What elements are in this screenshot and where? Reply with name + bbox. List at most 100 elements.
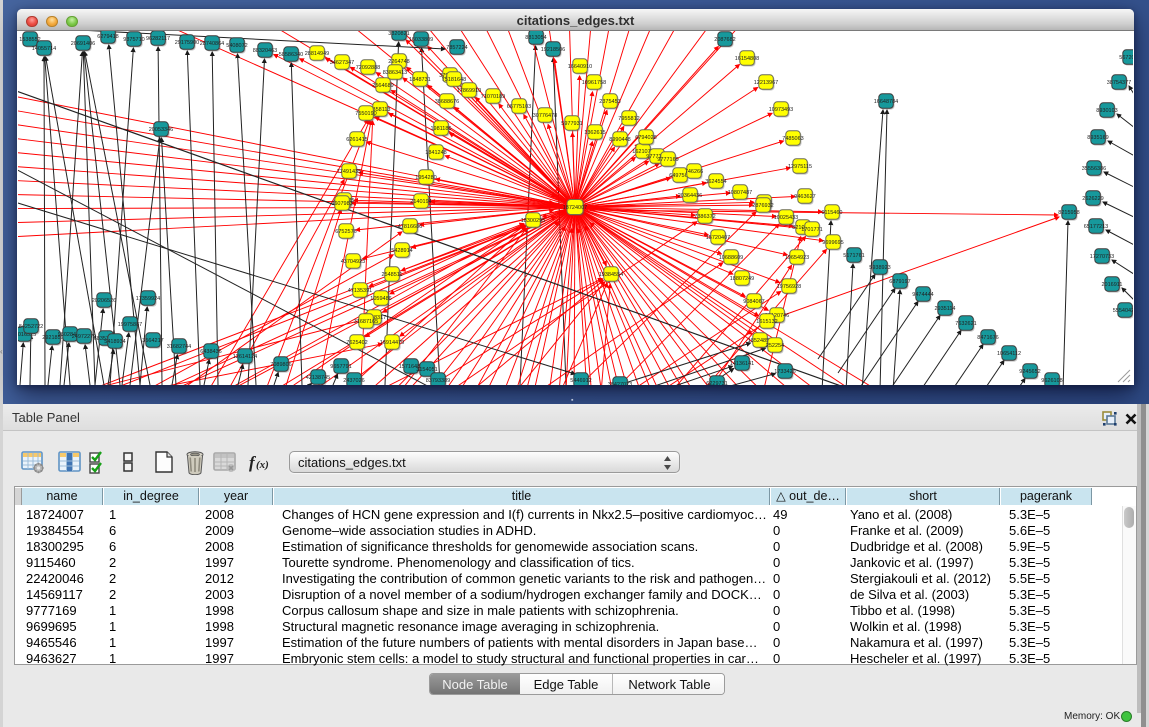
svg-text:7386372: 7386372 [694,214,715,220]
svg-text:3320821: 3320821 [388,31,409,37]
svg-text:29175900: 29175900 [175,40,199,46]
svg-text:5977931: 5977931 [561,121,582,127]
svg-text:6752576: 6752576 [335,229,356,235]
svg-text:8990448: 8990448 [609,137,630,143]
svg-text:17869910: 17869910 [457,88,481,94]
svg-text:9115460: 9115460 [821,210,842,216]
svg-text:2087682: 2087682 [714,37,735,43]
svg-text:7955812: 7955812 [618,116,639,122]
svg-text:1059486: 1059486 [370,296,391,302]
svg-text:5938923: 5938923 [869,265,890,271]
svg-text:71070189: 71070189 [481,94,505,100]
svg-text:19218506: 19218506 [541,47,565,53]
svg-text:20206526: 20206526 [92,298,116,304]
svg-text:9474444: 9474444 [912,292,933,298]
svg-text:6261415: 6261415 [346,137,367,143]
svg-text:28814949: 28814949 [305,51,329,57]
svg-text:9245652: 9245652 [1019,369,1040,375]
svg-text:2935114: 2935114 [934,306,955,312]
svg-text:38688676: 38688676 [435,99,459,105]
svg-text:252254: 252254 [766,343,784,349]
svg-text:34627347: 34627347 [330,60,354,66]
svg-text:1848731: 1848731 [409,77,430,83]
svg-text:42138745: 42138745 [306,375,330,381]
svg-text:14055714: 14055714 [32,46,56,52]
svg-text:5171761: 5171761 [843,253,864,259]
svg-text:2264748: 2264748 [388,59,409,65]
svg-text:19654923: 19654923 [785,255,809,261]
svg-text:19975887: 19975887 [118,322,142,328]
svg-text:24972279: 24972279 [72,334,96,340]
svg-text:2876932: 2876932 [752,203,773,209]
svg-text:10961758: 10961758 [582,80,606,86]
svg-text:8813054: 8813054 [525,35,546,41]
svg-text:18724007: 18724007 [563,205,587,211]
svg-text:12213967: 12213967 [754,80,778,86]
svg-text:2437026: 2437026 [343,378,364,384]
svg-text:20364436: 20364436 [678,193,702,199]
svg-text:2626229: 2626229 [1082,196,1103,202]
svg-text:28740864: 28740864 [200,41,224,47]
svg-text:2016911: 2016911 [1101,282,1122,288]
svg-text:7625402: 7625402 [346,340,367,346]
svg-text:96282117: 96282117 [146,36,170,42]
svg-text:9699695: 9699695 [822,240,843,246]
svg-text:47816686: 47816686 [398,224,422,230]
svg-text:3607983: 3607983 [331,201,352,207]
svg-text:7089806: 7089806 [270,362,291,368]
svg-text:75181648: 75181648 [442,77,466,83]
svg-text:3154051: 3154051 [416,367,437,373]
svg-text:47135391: 47135391 [348,288,372,294]
svg-text:6794028: 6794028 [635,135,656,141]
svg-text:5418934: 5418934 [104,339,125,345]
svg-text:5446912: 5446912 [570,378,591,384]
svg-text:1615132: 1615132 [756,319,777,325]
svg-text:18807249: 18807249 [730,276,754,282]
svg-text:8471676: 8471676 [977,335,998,341]
svg-text:55540424: 55540424 [1113,308,1133,314]
svg-text:38427073: 38427073 [608,382,632,385]
svg-text:38754377: 38754377 [1107,80,1131,86]
svg-text:5672073: 5672073 [1119,55,1133,61]
svg-text:6229731: 6229731 [706,381,727,385]
svg-text:10654112: 10654112 [997,351,1021,357]
svg-text:9463627: 9463627 [794,194,815,200]
svg-text:31687165: 31687165 [354,319,378,325]
svg-text:6438436: 6438436 [200,349,221,355]
svg-text:3564217: 3564217 [142,338,163,344]
svg-text:43704923: 43704923 [341,259,365,265]
svg-text:7857224: 7857224 [446,45,467,51]
svg-text:2564689: 2564689 [372,83,393,89]
svg-text:1733426: 1733426 [774,369,795,375]
svg-text:5408072: 5408072 [226,43,247,49]
svg-text:14136141: 14136141 [730,361,754,367]
svg-text:66775103: 66775103 [507,104,531,110]
svg-text:10688609: 10688609 [719,255,743,261]
svg-text:30776478: 30776478 [533,113,557,119]
svg-text:10973493: 10973493 [769,107,793,113]
svg-text:17270733: 17270733 [1090,254,1114,260]
svg-text:6279418: 6279418 [97,34,118,40]
svg-text:1701771: 1701771 [801,227,822,233]
svg-text:31682744: 31682744 [167,344,191,350]
svg-text:83793389: 83793389 [426,378,450,384]
svg-text:20691406: 20691406 [71,41,95,47]
svg-text:9657791: 9657791 [330,364,351,370]
svg-text:1841248: 1841248 [425,150,446,156]
svg-text:2375453: 2375453 [599,99,620,105]
svg-text:1981186: 1981186 [430,126,451,132]
svg-text:9626108: 9626108 [1041,378,1062,384]
svg-text:20053346: 20053346 [149,127,173,133]
svg-text:84252722: 84252722 [19,324,43,330]
svg-text:10807487: 10807487 [728,190,752,196]
svg-text:10025433: 10025433 [774,215,798,221]
svg-text:16154808: 16154808 [735,56,759,62]
svg-text:9084067: 9084067 [743,299,764,305]
svg-text:17359924: 17359924 [136,296,160,302]
svg-text:77491435: 77491435 [337,169,361,175]
svg-text:19756928: 19756928 [777,284,801,290]
svg-text:8215958: 8215958 [1058,210,1079,216]
svg-text:35556386: 35556386 [1082,166,1106,172]
svg-text:83863413: 83863413 [383,70,407,76]
svg-text:16648784: 16648784 [874,99,898,105]
